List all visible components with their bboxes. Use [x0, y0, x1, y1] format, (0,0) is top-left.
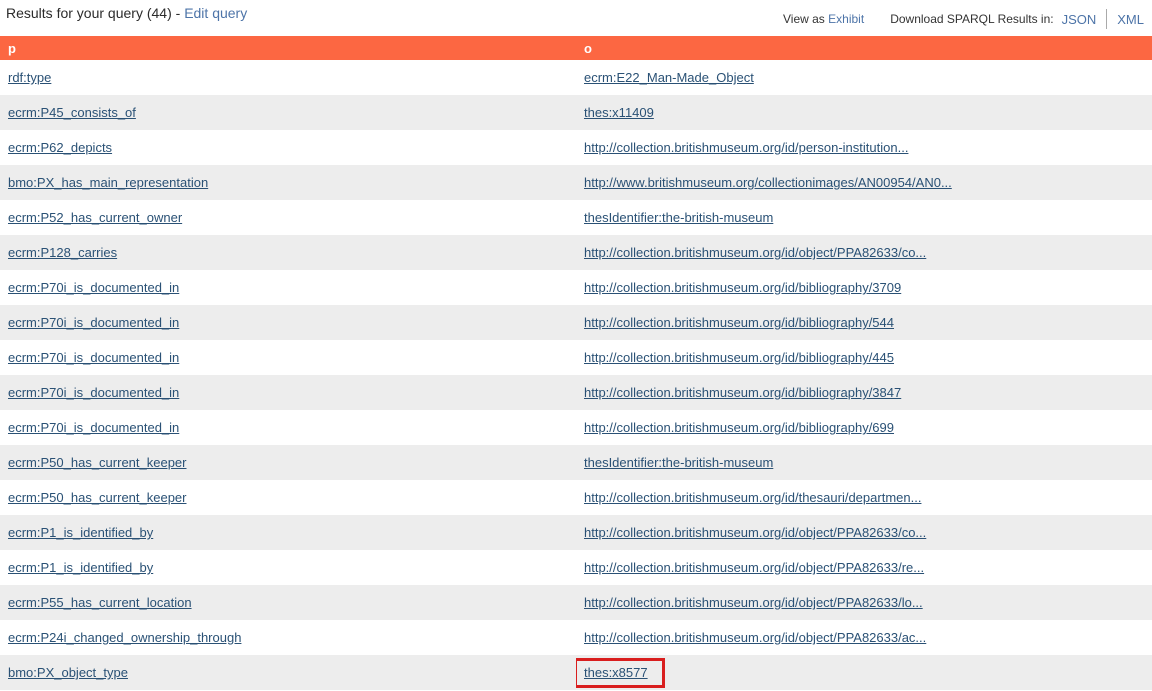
predicate-link[interactable]: ecrm:P50_has_current_keeper	[8, 490, 187, 505]
format-divider	[1106, 9, 1107, 29]
object-link[interactable]: thesIdentifier:the-british-museum	[584, 455, 773, 470]
table-row: ecrm:P70i_is_documented_in http://collec…	[0, 340, 1152, 375]
results-table-header: p o	[0, 36, 1152, 60]
table-row: ecrm:P70i_is_documented_in http://collec…	[0, 375, 1152, 410]
object-link[interactable]: http://collection.britishmuseum.org/id/o…	[584, 560, 924, 575]
object-link[interactable]: thesIdentifier:the-british-museum	[584, 210, 773, 225]
object-link[interactable]: http://collection.britishmuseum.org/id/o…	[584, 245, 926, 260]
table-row: ecrm:P50_has_current_keeper thesIdentifi…	[0, 445, 1152, 480]
results-page: Results for your query (44) - Edit query…	[0, 0, 1152, 691]
predicate-link[interactable]: ecrm:P62_depicts	[8, 140, 112, 155]
object-link[interactable]: http://collection.britishmuseum.org/id/b…	[584, 350, 894, 365]
object-link[interactable]: thes:x11409	[584, 105, 654, 120]
download-label: Download SPARQL Results in:	[890, 12, 1053, 26]
topbar-actions: View as Exhibit Download SPARQL Results …	[783, 5, 1144, 29]
predicate-link[interactable]: ecrm:P70i_is_documented_in	[8, 280, 179, 295]
edit-query-link[interactable]: Edit query	[184, 5, 247, 21]
page-title: Results for your query (44)	[6, 5, 172, 21]
results-table: p o rdf:type ecrm:E22_Man-Made_Object ec…	[0, 36, 1152, 690]
predicate-link[interactable]: ecrm:P55_has_current_location	[8, 595, 192, 610]
predicate-link[interactable]: ecrm:P1_is_identified_by	[8, 560, 153, 575]
object-link[interactable]: http://collection.britishmuseum.org/id/b…	[584, 385, 901, 400]
object-link[interactable]: http://collection.britishmuseum.org/id/o…	[584, 595, 923, 610]
predicate-link[interactable]: rdf:type	[8, 70, 51, 85]
predicate-link[interactable]: ecrm:P128_carries	[8, 245, 117, 260]
predicate-link[interactable]: ecrm:P1_is_identified_by	[8, 525, 153, 540]
table-row: ecrm:P70i_is_documented_in http://collec…	[0, 270, 1152, 305]
object-link[interactable]: http://collection.britishmuseum.org/id/t…	[584, 490, 921, 505]
object-link[interactable]: http://collection.britishmuseum.org/id/p…	[584, 140, 908, 155]
object-link[interactable]: http://collection.britishmuseum.org/id/b…	[584, 315, 894, 330]
object-link[interactable]: http://collection.britishmuseum.org/id/b…	[584, 280, 901, 295]
table-row: rdf:type ecrm:E22_Man-Made_Object	[0, 60, 1152, 95]
predicate-link[interactable]: ecrm:P45_consists_of	[8, 105, 136, 120]
download-xml-link[interactable]: XML	[1117, 12, 1144, 27]
view-as-group: View as Exhibit	[783, 12, 864, 26]
table-row: ecrm:P70i_is_documented_in http://collec…	[0, 305, 1152, 340]
title-separator: -	[176, 5, 185, 21]
table-row: ecrm:P24i_changed_ownership_through http…	[0, 620, 1152, 655]
table-row: ecrm:P70i_is_documented_in http://collec…	[0, 410, 1152, 445]
table-row: bmo:PX_object_type thes:x8577	[0, 655, 1152, 690]
predicate-link[interactable]: ecrm:P70i_is_documented_in	[8, 350, 179, 365]
table-row: ecrm:P1_is_identified_by http://collecti…	[0, 515, 1152, 550]
predicate-link[interactable]: ecrm:P52_has_current_owner	[8, 210, 182, 225]
object-link[interactable]: http://collection.britishmuseum.org/id/o…	[584, 525, 926, 540]
download-group: Download SPARQL Results in: JSON XML	[890, 9, 1144, 29]
column-header-o: o	[576, 36, 1152, 60]
object-link[interactable]: http://www.britishmuseum.org/collectioni…	[584, 175, 952, 190]
column-header-p: p	[0, 36, 576, 60]
table-row: ecrm:P50_has_current_keeper http://colle…	[0, 480, 1152, 515]
table-row: ecrm:P52_has_current_owner thesIdentifie…	[0, 200, 1152, 235]
object-link[interactable]: http://collection.britishmuseum.org/id/b…	[584, 420, 894, 435]
predicate-link[interactable]: ecrm:P70i_is_documented_in	[8, 315, 179, 330]
topbar: Results for your query (44) - Edit query…	[0, 0, 1152, 36]
object-link[interactable]: ecrm:E22_Man-Made_Object	[584, 70, 754, 85]
object-link[interactable]: thes:x8577	[584, 665, 648, 680]
download-json-link[interactable]: JSON	[1062, 12, 1097, 27]
title-area: Results for your query (44) - Edit query	[6, 5, 247, 21]
predicate-link[interactable]: bmo:PX_has_main_representation	[8, 175, 208, 190]
table-row: ecrm:P45_consists_of thes:x11409	[0, 95, 1152, 130]
predicate-link[interactable]: ecrm:P24i_changed_ownership_through	[8, 630, 241, 645]
object-link[interactable]: http://collection.britishmuseum.org/id/o…	[584, 630, 926, 645]
view-as-label: View as	[783, 12, 825, 26]
predicate-link[interactable]: bmo:PX_object_type	[8, 665, 128, 680]
highlight-annotation-box: thes:x8577	[576, 658, 665, 688]
results-table-body: rdf:type ecrm:E22_Man-Made_Object ecrm:P…	[0, 60, 1152, 690]
table-row: ecrm:P1_is_identified_by http://collecti…	[0, 550, 1152, 585]
view-as-exhibit-link[interactable]: Exhibit	[828, 12, 864, 26]
table-row: ecrm:P128_carries http://collection.brit…	[0, 235, 1152, 270]
predicate-link[interactable]: ecrm:P70i_is_documented_in	[8, 385, 179, 400]
predicate-link[interactable]: ecrm:P50_has_current_keeper	[8, 455, 187, 470]
table-row: ecrm:P55_has_current_location http://col…	[0, 585, 1152, 620]
table-row: bmo:PX_has_main_representation http://ww…	[0, 165, 1152, 200]
table-row: ecrm:P62_depicts http://collection.briti…	[0, 130, 1152, 165]
predicate-link[interactable]: ecrm:P70i_is_documented_in	[8, 420, 179, 435]
